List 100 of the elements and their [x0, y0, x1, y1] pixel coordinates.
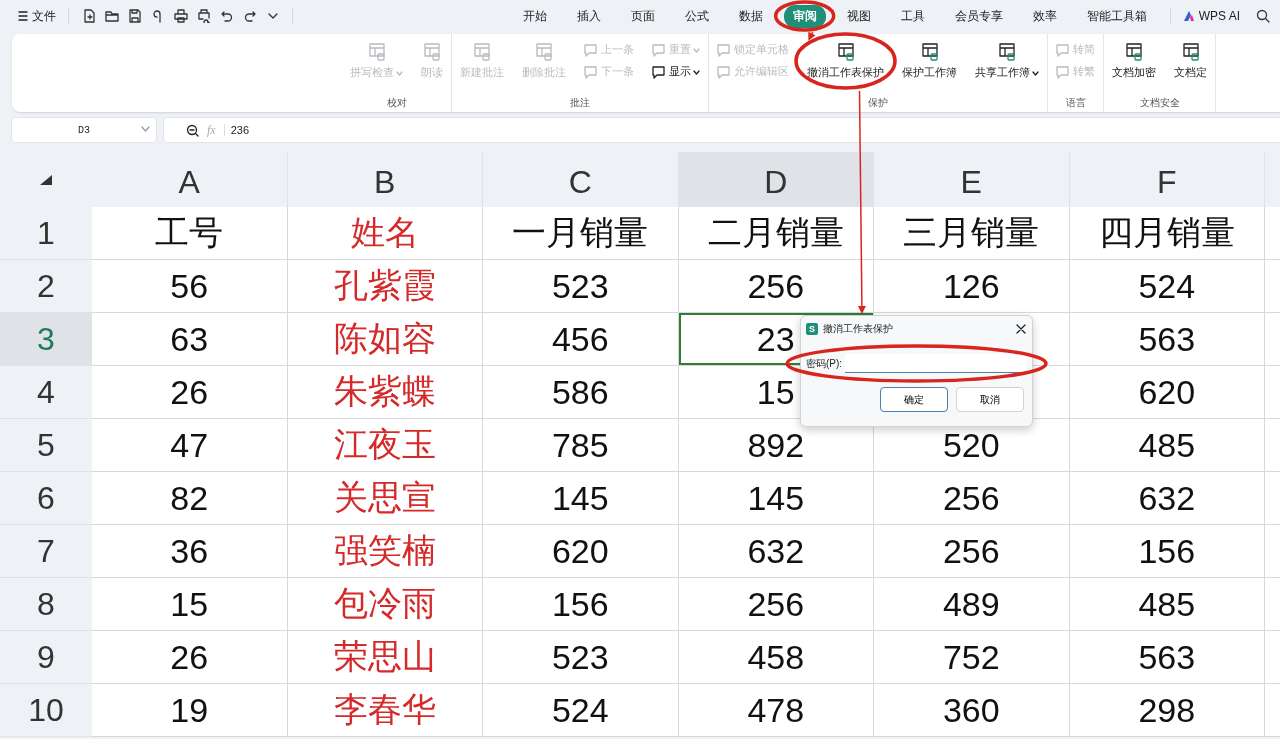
sheet-lock-icon: [534, 42, 554, 62]
table-cell: 126: [874, 260, 1070, 313]
table-cell: 156: [483, 578, 679, 631]
ribbon-button[interactable]: 文档定: [1172, 40, 1209, 82]
table-cell: 456: [483, 313, 679, 366]
table-cell: 563: [1069, 631, 1265, 684]
table-cell: 一月销量: [483, 207, 679, 260]
row-header[interactable]: 3: [0, 313, 92, 366]
table-cell: 19: [92, 684, 288, 737]
table-cell: 620: [1069, 366, 1265, 419]
table-cell: 荣思山: [287, 631, 483, 684]
zoom-out-icon[interactable]: [186, 123, 199, 137]
ribbon-button[interactable]: 撤消工作表保护: [805, 40, 886, 82]
table-cell: 523: [483, 260, 679, 313]
table-cell: 李春华: [287, 684, 483, 737]
password-field[interactable]: [845, 354, 1026, 373]
row-header[interactable]: 10: [0, 684, 92, 737]
comment-icon: [717, 65, 731, 79]
row-header[interactable]: 9: [0, 631, 92, 684]
table-cell: 256: [874, 525, 1070, 578]
ribbon-tab[interactable]: 会员专享: [945, 4, 1012, 28]
row-header[interactable]: 6: [0, 472, 92, 525]
chevron-down-icon[interactable]: [141, 126, 150, 132]
comment-icon: [584, 43, 598, 57]
table-cell: 47: [92, 419, 288, 472]
ribbon-button[interactable]: 文档加密: [1110, 40, 1158, 82]
table-cell: 孔紫霞: [287, 260, 483, 313]
ribbon-tab[interactable]: 公式: [675, 4, 718, 28]
sheet-lock-icon: [997, 42, 1017, 62]
cancel-button[interactable]: 取消: [956, 387, 1024, 412]
table-cell: 陈如容: [287, 313, 483, 366]
menu-icon: [18, 10, 28, 22]
comment-icon: [652, 65, 666, 79]
app-logo-icon: S: [806, 323, 818, 335]
search-icon[interactable]: [1256, 9, 1270, 23]
sheet-lock-icon: [835, 42, 856, 62]
row-header[interactable]: 8: [0, 578, 92, 631]
ai-button[interactable]: WPS AI: [1178, 9, 1244, 23]
group-label: 文档安全: [1138, 96, 1181, 110]
table-cell: 江夜玉: [287, 419, 483, 472]
comment-icon: [1056, 65, 1070, 79]
table-cell: 256: [874, 472, 1070, 525]
table-cell: 256: [678, 578, 874, 631]
sheet-lock-icon: [1124, 42, 1144, 62]
table-cell: 145: [678, 472, 874, 525]
ribbon-tab[interactable]: 视图: [837, 4, 880, 28]
table-cell: 524: [1069, 260, 1265, 313]
table-cell: 四月销量: [1069, 207, 1265, 260]
table-cell: 二月销量: [678, 207, 874, 260]
ribbon-tab[interactable]: 数据: [729, 4, 772, 28]
ribbon-tab[interactable]: 效率: [1023, 4, 1066, 28]
ribbon-tab[interactable]: 页面: [621, 4, 664, 28]
table-cell: 包冷雨: [287, 578, 483, 631]
table-cell: 632: [1069, 472, 1265, 525]
table-cell: 15: [92, 578, 288, 631]
table-cell: 360: [874, 684, 1070, 737]
group-label: 保护: [867, 96, 889, 110]
table-cell: 56: [92, 260, 288, 313]
ribbon-tab[interactable]: 开始: [513, 4, 556, 28]
comment-icon: [584, 65, 598, 79]
column-header[interactable]: C: [483, 152, 679, 207]
close-icon[interactable]: [1016, 324, 1026, 334]
comment-icon: [652, 43, 666, 57]
table-cell: 478: [678, 684, 874, 737]
table-cell: 朱紫蝶: [287, 366, 483, 419]
table-cell: 586: [483, 366, 679, 419]
ribbon-button[interactable]: 显示: [650, 64, 702, 80]
formula-field[interactable]: 236: [223, 124, 250, 136]
name-box[interactable]: D3: [12, 118, 156, 142]
column-header[interactable]: F: [1069, 152, 1265, 207]
ribbon-tab[interactable]: 插入: [567, 4, 610, 28]
row-header[interactable]: 1: [0, 207, 92, 260]
file-menu-button[interactable]: 文件: [14, 5, 60, 27]
table-cell: 524: [483, 684, 679, 737]
sheet-lock-icon: [366, 42, 387, 62]
ribbon-tab[interactable]: 工具: [891, 4, 934, 28]
sheet-lock-icon: [919, 42, 940, 62]
row-header[interactable]: 7: [0, 525, 92, 578]
table-cell: 强笑楠: [287, 525, 483, 578]
ai-logo-icon: [1182, 10, 1195, 22]
row-header[interactable]: 2: [0, 260, 92, 313]
select-all-icon[interactable]: [38, 173, 54, 186]
ribbon-tab[interactable]: 智能工具箱: [1077, 4, 1156, 28]
column-header[interactable]: D: [678, 152, 874, 207]
ribbon-button[interactable]: 共享工作簿: [973, 40, 1041, 82]
table-cell: 620: [483, 525, 679, 578]
ribbon-button[interactable]: 保护工作簿: [900, 40, 959, 82]
table-cell: 485: [1069, 578, 1265, 631]
ok-button[interactable]: 确定: [880, 387, 948, 412]
column-header[interactable]: A: [92, 152, 288, 207]
sheet-lock-icon: [422, 42, 442, 62]
row-header[interactable]: 5: [0, 419, 92, 472]
table-cell: 458: [678, 631, 874, 684]
table-cell: 145: [483, 472, 679, 525]
column-header[interactable]: E: [874, 152, 1070, 207]
table-cell: 485: [1069, 419, 1265, 472]
column-header[interactable]: B: [287, 152, 483, 207]
table-cell: 26: [92, 631, 288, 684]
ribbon-tab[interactable]: 审阅: [783, 4, 826, 28]
row-header[interactable]: 4: [0, 366, 92, 419]
